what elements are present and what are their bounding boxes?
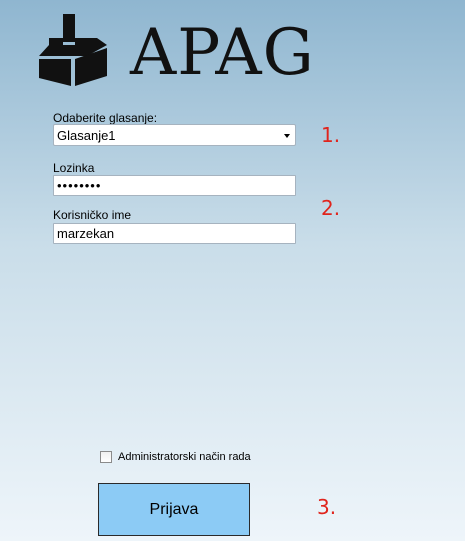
- app-logo-text: APAG: [130, 16, 315, 90]
- username-label: Korisničko ime: [53, 208, 132, 222]
- password-input[interactable]: [53, 175, 296, 196]
- username-input[interactable]: [53, 223, 296, 244]
- voting-label: Odaberite glasanje:: [53, 111, 158, 125]
- dropdown-arrow-icon[interactable]: [284, 134, 290, 138]
- ballot-box-icon: [39, 14, 107, 86]
- admin-mode-label[interactable]: Administratorski način rada: [118, 450, 251, 464]
- step-marker-1: 1.: [321, 123, 341, 147]
- login-button[interactable]: Prijava: [98, 483, 250, 536]
- step-marker-3: 3.: [317, 495, 337, 519]
- step-marker-2: 2.: [321, 196, 341, 220]
- admin-mode-checkbox[interactable]: [100, 451, 112, 463]
- password-label: Lozinka: [53, 161, 95, 175]
- voting-select-value: Glasanje1: [57, 128, 116, 143]
- voting-select[interactable]: Glasanje1: [53, 124, 296, 146]
